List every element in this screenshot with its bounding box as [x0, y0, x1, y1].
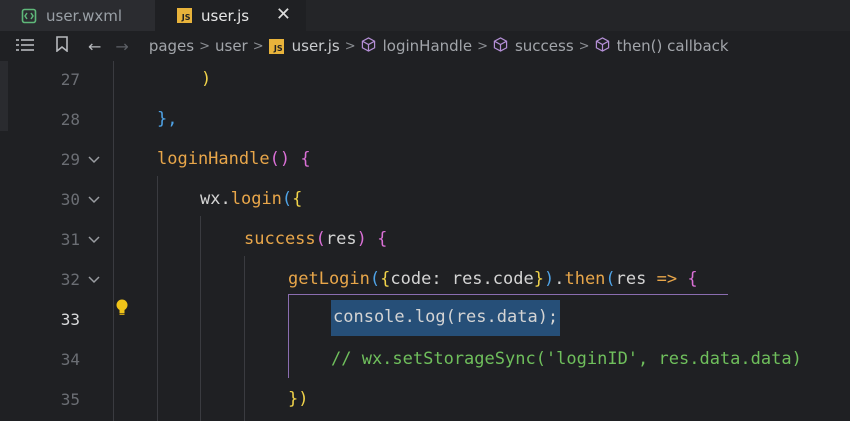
code-line[interactable]: 31 success(res) {: [0, 220, 850, 260]
line-number: 31: [60, 230, 80, 249]
js-file-icon: JS: [268, 38, 284, 54]
chevron-right-icon: >: [252, 38, 264, 54]
line-number: 28: [60, 110, 80, 129]
line-number: 30: [60, 190, 80, 209]
method-cube-icon: [361, 36, 376, 56]
code-text: },: [157, 109, 178, 129]
code-line-active[interactable]: 33 console.log(res.data);: [0, 300, 850, 340]
code-line[interactable]: 29 loginHandle() {: [0, 140, 850, 180]
breadcrumb: ← → pages > user > JS user.js > loginHan…: [0, 31, 850, 61]
list-icon[interactable]: [16, 37, 34, 56]
breadcrumb-user[interactable]: user: [215, 37, 248, 55]
tab-user-wxml[interactable]: user.wxml: [0, 0, 155, 31]
code-line[interactable]: 34 // wx.setStorageSync('loginID', res.d…: [0, 340, 850, 380]
tab-label: user.js: [201, 6, 250, 25]
chevron-right-icon: >: [477, 38, 488, 54]
code-comment: // wx.setStorageSync('loginID', res.data…: [331, 349, 802, 369]
breadcrumb-then-callback[interactable]: then() callback: [617, 37, 729, 55]
code-text: }): [288, 389, 309, 409]
bookmark-icon[interactable]: [56, 36, 68, 56]
code-line[interactable]: 28 },: [0, 100, 850, 140]
chevron-down-icon[interactable]: [88, 233, 100, 248]
code-text: wx.login({: [200, 189, 303, 209]
chevron-down-icon[interactable]: [88, 273, 100, 288]
back-arrow-icon[interactable]: ←: [88, 37, 101, 56]
chevron-right-icon: >: [199, 38, 210, 54]
line-number: 35: [60, 390, 80, 409]
code-text: getLogin({code: res.code}).then(res => {: [288, 269, 698, 289]
chevron-right-icon: >: [344, 38, 356, 54]
code-line[interactable]: 27 ): [0, 60, 850, 100]
wxml-file-icon: [21, 8, 37, 24]
close-icon[interactable]: ✕: [276, 4, 291, 25]
tab-user-js[interactable]: JS user.js ✕: [155, 0, 306, 31]
code-text: success(res) {: [244, 229, 388, 249]
tab-label: user.wxml: [46, 6, 123, 25]
line-number: 34: [60, 350, 80, 369]
code-text: ): [201, 69, 212, 89]
selected-code-text: console.log(res.data);: [331, 300, 561, 336]
forward-arrow-icon[interactable]: →: [115, 37, 128, 56]
breadcrumb-success[interactable]: success: [515, 37, 574, 55]
method-cube-icon: [493, 36, 508, 56]
breadcrumb-loginhandle[interactable]: loginHandle: [383, 37, 472, 55]
js-file-icon: JS: [176, 8, 192, 23]
tab-bar: user.wxml JS user.js ✕: [0, 0, 850, 31]
chevron-right-icon: >: [578, 38, 590, 54]
code-line[interactable]: 32 getLogin({code: res.code}).then(res =…: [0, 260, 850, 300]
code-text: loginHandle() {: [157, 149, 311, 169]
line-number: 29: [60, 150, 80, 169]
chevron-down-icon[interactable]: [88, 153, 100, 168]
breadcrumb-user-js[interactable]: user.js: [292, 37, 340, 55]
code-line[interactable]: 30 wx.login({: [0, 180, 850, 220]
line-number: 32: [60, 270, 80, 289]
line-number: 27: [60, 70, 80, 89]
code-line[interactable]: 35 }): [0, 380, 850, 420]
chevron-down-icon[interactable]: [88, 193, 100, 208]
method-cube-icon: [595, 36, 610, 56]
line-number: 33: [60, 310, 80, 329]
breadcrumb-pages[interactable]: pages: [149, 37, 194, 55]
code-editor[interactable]: 27 ) 28 }, 29 loginHandle() { 30 wx.logi…: [0, 61, 850, 421]
